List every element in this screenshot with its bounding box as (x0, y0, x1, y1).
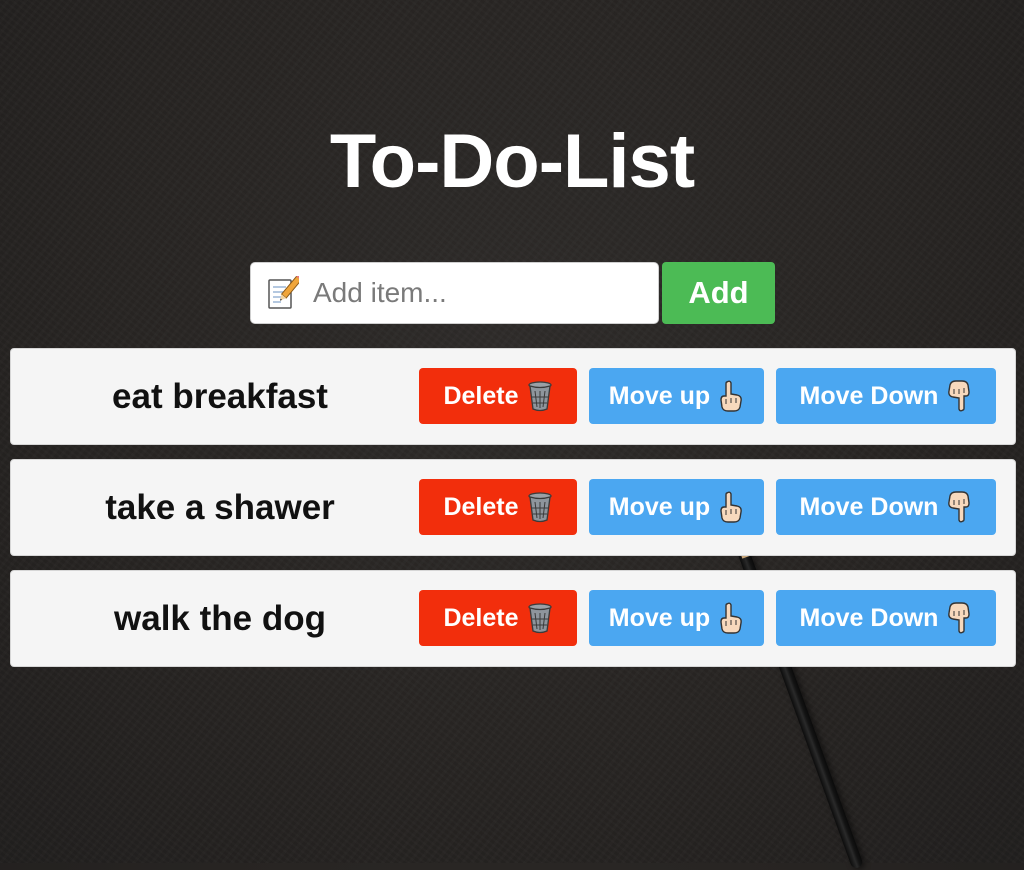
page-title: To-Do-List (329, 119, 695, 204)
todo-item-text: walk the dog (114, 598, 326, 638)
move-down-button-label: Move Down (799, 492, 939, 521)
move-up-button-label: Move up (608, 492, 711, 521)
move-up-button-label: Move up (608, 603, 711, 632)
move-up-button[interactable]: Move up (589, 368, 764, 424)
add-item-field[interactable] (250, 262, 659, 324)
wastebasket-icon (527, 380, 553, 412)
delete-button-label: Delete (443, 381, 519, 410)
pointing-up-hand-icon (718, 602, 744, 634)
delete-button[interactable]: Delete (419, 479, 577, 535)
delete-button[interactable]: Delete (419, 590, 577, 646)
todo-item: walk the dog Delete Move up Move Down (10, 570, 1016, 667)
move-up-button-label: Move up (608, 381, 711, 410)
add-item-form: Add (250, 262, 775, 324)
add-button[interactable]: Add (662, 262, 775, 324)
move-down-button-label: Move Down (799, 603, 939, 632)
move-down-button[interactable]: Move Down (776, 368, 996, 424)
todo-item-text: take a shawer (105, 487, 335, 527)
delete-button-label: Delete (443, 603, 519, 632)
move-down-button[interactable]: Move Down (776, 590, 996, 646)
move-down-button-label: Move Down (799, 381, 939, 410)
pointing-up-hand-icon (718, 380, 744, 412)
pointing-down-hand-icon (946, 491, 972, 523)
delete-button[interactable]: Delete (419, 368, 577, 424)
todo-item: take a shawer Delete Move up Move Down (10, 459, 1016, 556)
move-up-button[interactable]: Move up (589, 590, 764, 646)
pointing-up-hand-icon (718, 491, 744, 523)
move-up-button[interactable]: Move up (589, 479, 764, 535)
todo-item: eat breakfast Delete Move up Move Down (10, 348, 1016, 445)
move-down-button[interactable]: Move Down (776, 479, 996, 535)
todo-list: eat breakfast Delete Move up Move Down t… (10, 348, 1016, 681)
wastebasket-icon (527, 602, 553, 634)
pointing-down-hand-icon (946, 380, 972, 412)
todo-item-text: eat breakfast (112, 376, 328, 416)
add-item-input[interactable] (313, 277, 633, 309)
pointing-down-hand-icon (946, 602, 972, 634)
memo-pencil-icon (267, 276, 299, 310)
wastebasket-icon (527, 491, 553, 523)
delete-button-label: Delete (443, 492, 519, 521)
